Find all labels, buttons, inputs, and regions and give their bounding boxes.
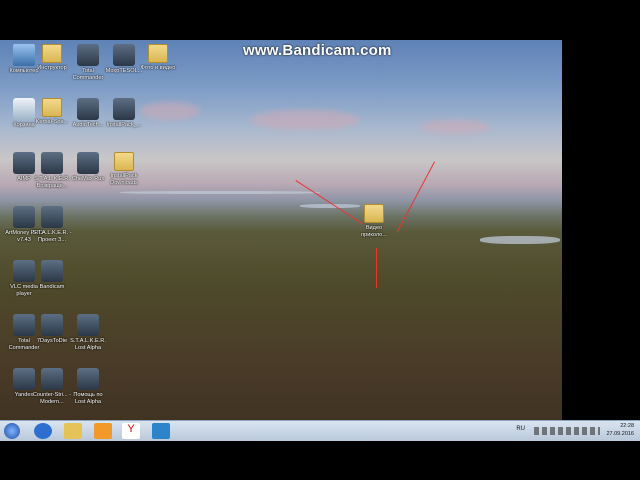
desktop-icon-label: CheMax Rus <box>71 176 105 182</box>
desktop-folder-item[interactable]: Видео приколо... <box>354 204 394 238</box>
app-icon <box>113 44 135 66</box>
desktop-folder-item[interactable]: Kerbal-Spa... <box>32 98 72 126</box>
media-player-icon[interactable] <box>94 423 112 439</box>
desktop-audio-item[interactable]: AudioTech... <box>68 98 108 129</box>
total-commander-icon[interactable] <box>152 423 170 439</box>
ie-icon[interactable] <box>34 423 52 439</box>
desktop-icon-label: Bandicam <box>39 284 65 290</box>
folder-icon <box>42 98 62 117</box>
folder-icon <box>148 44 168 63</box>
bandicam-icon <box>41 260 63 282</box>
desktop-icon-label: Помощь по Lost Alpha <box>73 392 103 405</box>
cheatmax-icon <box>77 152 99 174</box>
desktop-cheatmax-item[interactable]: CheMax Rus <box>68 152 108 183</box>
stalker-icon <box>77 314 99 336</box>
stalker-icon <box>77 368 99 390</box>
desktop-folder-item[interactable]: Инструктор <box>32 44 72 72</box>
stalker-icon <box>41 206 63 228</box>
desktop-stalker-item[interactable]: S.T.A.L.K.E.R. Возвраще... <box>32 152 72 189</box>
clock[interactable]: 22:28 27.09.2016 <box>606 422 634 438</box>
desktop-icon-label: Total Commander <box>72 68 104 81</box>
desktop-icon-label: S.T.A.L.K.E.R. - Проект З... <box>32 230 72 243</box>
folder-icon <box>364 204 384 223</box>
audio-icon <box>77 98 99 120</box>
yandex-icon[interactable]: Y <box>122 423 140 439</box>
desktop-total-commander-item[interactable]: Total Commander <box>68 44 108 81</box>
stalker-icon <box>41 152 63 174</box>
desktop-bandicam-item[interactable]: Bandicam <box>32 260 72 291</box>
desktop-icon-label: InstallPack Downloads <box>110 173 138 186</box>
desktop-icon-label: Фото и видео <box>140 65 176 71</box>
tray-icons[interactable] <box>534 427 600 435</box>
desktop-icon-label: Инструктор <box>37 65 67 71</box>
desktop-icon-label: InstallPack_... <box>106 122 142 128</box>
desktop-icon-label: 7DaysToDie <box>36 338 68 344</box>
folder-icon <box>114 152 134 171</box>
desktop-icon-label: Counter-Stri... - Modern... <box>32 392 72 405</box>
start-button[interactable] <box>4 423 20 439</box>
desktop-counter-strike-item[interactable]: Counter-Stri... - Modern... <box>32 368 72 405</box>
clock-time: 22:28 <box>620 423 634 429</box>
desktop-install-item[interactable]: InstallPack_... <box>104 98 144 129</box>
desktop-icon-label: Видео приколо... <box>361 225 387 238</box>
desktop-7days-item[interactable]: 7DaysToDie <box>32 314 72 345</box>
desktop-stalker-item[interactable]: S.T.A.L.K.E.R. - Проект З... <box>32 206 72 243</box>
desktop-stalker-item[interactable]: Помощь по Lost Alpha <box>68 368 108 405</box>
watermark: www.Bandicam.com <box>243 42 392 59</box>
desktop-stalker-item[interactable]: S.T.A.L.K.E.R. Lost Alpha <box>68 314 108 351</box>
desktop-icon-label: AudioTech... <box>72 122 104 128</box>
annotation-arrow <box>376 248 377 288</box>
desktop-folder-item[interactable]: Фото и видео <box>138 44 178 72</box>
clock-date: 27.09.2016 <box>606 431 634 437</box>
taskbar: Y RU 22:28 27.09.2016 <box>0 420 640 441</box>
desktop-icon-label: Kerbal-Spa... <box>35 119 69 125</box>
7days-icon <box>41 314 63 336</box>
explorer-icon[interactable] <box>64 423 82 439</box>
install-icon <box>113 98 135 120</box>
desktop-icon-label: S.T.A.L.K.E.R. Возвраще... <box>34 176 70 189</box>
counter-strike-icon <box>41 368 63 390</box>
total-commander-icon <box>77 44 99 66</box>
language-indicator[interactable]: RU <box>516 426 525 432</box>
desktop-folder-item[interactable]: InstallPack Downloads <box>104 152 144 186</box>
folder-icon <box>42 44 62 63</box>
desktop-icon-label: S.T.A.L.K.E.R. Lost Alpha <box>70 338 106 351</box>
